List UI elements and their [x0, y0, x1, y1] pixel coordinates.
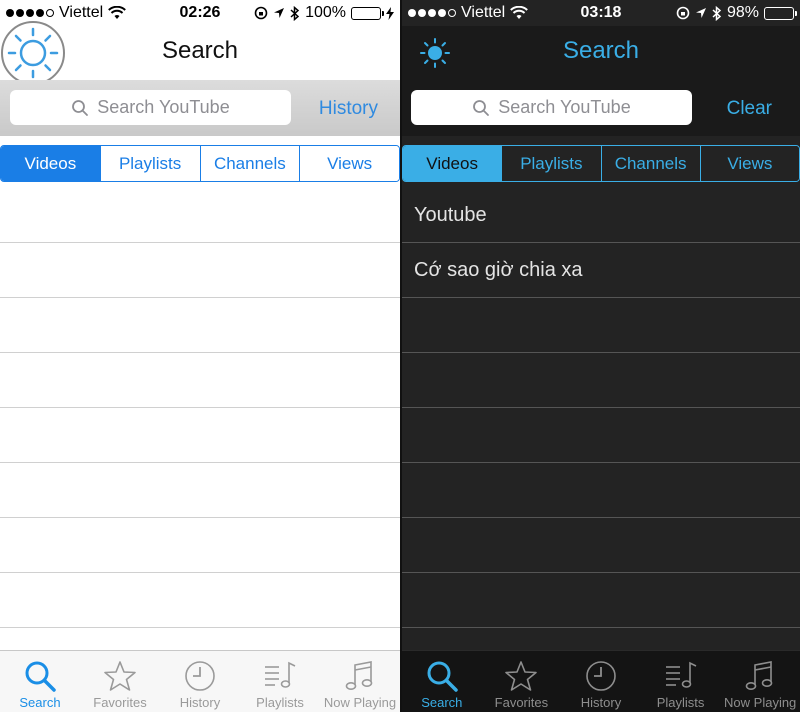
bluetooth-icon [712, 5, 722, 21]
battery-icon [351, 6, 384, 20]
segment-playlists[interactable]: Playlists [502, 146, 602, 181]
tab-label: Favorites [93, 695, 147, 710]
list-item[interactable]: Youtube [402, 188, 800, 243]
list-item[interactable] [0, 298, 400, 353]
tab-search[interactable]: Search [402, 651, 482, 712]
tab-label: History [179, 695, 221, 710]
search-input[interactable]: Search YouTube [10, 90, 291, 125]
list-item[interactable]: Cớ sao giờ chia xa [402, 243, 800, 298]
bluetooth-icon [290, 5, 300, 21]
location-arrow-icon [695, 8, 706, 18]
tab-playlists[interactable]: Playlists [641, 651, 721, 712]
tab-search[interactable]: Search [0, 651, 80, 712]
search-icon [473, 99, 490, 116]
search-placeholder: Search YouTube [498, 97, 631, 117]
charging-bolt-icon [386, 6, 394, 20]
list-item[interactable] [402, 298, 800, 353]
tab-bar: Search Favorites History Playlists Now P… [0, 650, 400, 712]
page-title: Search [562, 37, 640, 64]
tab-label: Favorites [494, 695, 549, 710]
music-note-icon [345, 661, 373, 690]
search-icon [72, 99, 89, 116]
tab-label: History [580, 695, 622, 710]
segment-videos[interactable]: Videos [1, 146, 101, 181]
segment-playlists[interactable]: Playlists [100, 146, 201, 181]
light-theme-screen: Viettel 02:26 100% Search Search YouTube… [0, 0, 400, 712]
list-item[interactable] [402, 408, 800, 463]
search-history-list: Youtube Cớ sao giờ chia xa [402, 188, 800, 628]
navigation-bar: Search [0, 21, 400, 85]
tab-playlists[interactable]: Playlists [240, 651, 320, 712]
search-icon [25, 661, 56, 692]
tab-label: Now Playing [323, 695, 397, 710]
segment-views[interactable]: Views [300, 146, 399, 181]
battery-percent: 98% [726, 4, 759, 21]
list-item[interactable] [402, 463, 800, 518]
clock-icon [586, 661, 616, 691]
list-item[interactable] [0, 408, 400, 463]
page-title: Search [161, 37, 239, 64]
list-item[interactable] [402, 573, 800, 628]
search-placeholder: Search YouTube [97, 97, 230, 117]
tab-label: Search [19, 695, 61, 710]
search-type-segmented-control: Videos Playlists Channels Views [402, 145, 800, 182]
clock-icon [185, 661, 215, 691]
playlist-icon [265, 661, 296, 688]
results-list [0, 188, 400, 628]
navigation-bar: Search [402, 26, 800, 80]
tab-history[interactable]: History [160, 651, 240, 712]
search-bar: Search YouTube Clear [402, 80, 800, 136]
list-item[interactable] [0, 188, 400, 243]
playlist-icon [665, 661, 696, 688]
tab-bar: Search Favorites History Playlists Now P… [402, 650, 800, 712]
segment-channels[interactable]: Channels [200, 146, 301, 181]
battery-percent: 100% [305, 4, 346, 21]
segment-videos[interactable]: Videos [403, 146, 503, 181]
segment-views[interactable]: Views [700, 146, 799, 181]
rotation-lock-icon [676, 6, 690, 20]
tab-label: Search [421, 695, 463, 710]
list-item[interactable] [0, 243, 400, 298]
location-arrow-icon [274, 8, 285, 18]
tab-history[interactable]: History [561, 651, 641, 712]
tab-label: Playlists [656, 695, 705, 710]
list-item[interactable] [0, 573, 400, 628]
star-icon [505, 661, 538, 691]
list-item[interactable] [0, 463, 400, 518]
tab-now-playing[interactable]: Now Playing [320, 651, 400, 712]
search-bar: Search YouTube History [0, 80, 400, 136]
tab-now-playing[interactable]: Now Playing [720, 651, 800, 712]
star-icon [104, 661, 136, 691]
segment-channels[interactable]: Channels [601, 146, 701, 181]
tab-favorites[interactable]: Favorites [482, 651, 562, 712]
status-bar: Viettel 03:18 98% [402, 0, 800, 26]
music-note-icon [745, 661, 773, 690]
tab-label: Now Playing [724, 695, 797, 710]
dark-theme-screen: Viettel 03:18 98% Search Search YouTube … [402, 0, 800, 712]
battery-icon [764, 6, 797, 20]
list-item[interactable] [0, 353, 400, 408]
search-type-segmented-control: Videos Playlists Channels Views [0, 145, 400, 182]
rotation-lock-icon [254, 6, 268, 20]
search-input[interactable]: Search YouTube [411, 90, 692, 125]
list-item[interactable] [0, 518, 400, 573]
tab-label: Playlists [256, 695, 304, 710]
list-item[interactable] [402, 518, 800, 573]
clear-button[interactable]: Clear [727, 98, 772, 120]
history-button[interactable]: History [319, 98, 378, 120]
tab-favorites[interactable]: Favorites [80, 651, 160, 712]
search-icon [427, 661, 458, 692]
list-item[interactable] [402, 353, 800, 408]
